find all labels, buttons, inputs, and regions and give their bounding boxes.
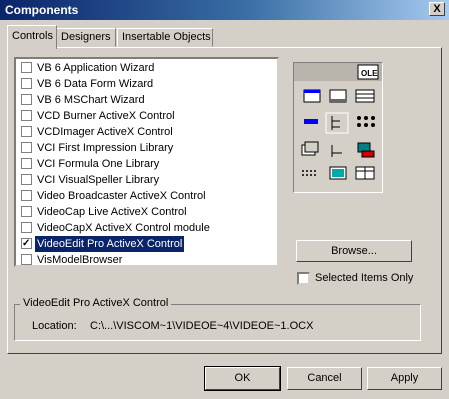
browse-button[interactable]: Browse... (296, 240, 412, 262)
details-title: VideoEdit Pro ActiveX Control (20, 297, 172, 309)
scroll-thumb[interactable] (277, 235, 279, 249)
component-checkbox[interactable] (21, 126, 32, 137)
component-item-label: VB 6 Application Wizard (37, 62, 155, 74)
component-checkbox[interactable] (21, 222, 32, 233)
component-item[interactable]: Video Broadcaster ActiveX Control (18, 188, 263, 204)
component-checkbox[interactable] (21, 174, 32, 185)
tab-controls-label: Controls (12, 30, 53, 42)
tab-designers[interactable]: Designers (56, 28, 116, 47)
component-checkbox[interactable] (21, 110, 32, 121)
component-item-label: VCI Formula One Library (37, 158, 160, 170)
component-item[interactable]: VCI First Impression Library (18, 140, 263, 156)
cancel-button[interactable]: Cancel (287, 367, 362, 390)
component-checkbox[interactable] (21, 62, 32, 73)
selected-items-only-checkbox[interactable] (297, 272, 310, 285)
components-dialog: Components X Designers Insertable Object… (0, 0, 449, 399)
list-scrollbar[interactable]: ▲ ▼ (277, 59, 279, 265)
component-checkbox[interactable] (21, 236, 32, 252)
component-item-label: VisModelBrowser (37, 254, 123, 266)
toolbox-icons: OLE (301, 64, 379, 180)
component-item[interactable]: VCD Burner ActiveX Control (18, 108, 263, 124)
component-item[interactable]: VCI VisualSpeller Library (18, 172, 263, 188)
component-item-label: VideoCap Live ActiveX Control (37, 206, 187, 218)
component-checkbox[interactable] (21, 254, 32, 265)
tab-insertable-objects[interactable]: Insertable Objects (117, 28, 213, 47)
component-item[interactable]: VideoCapX ActiveX Control module (18, 220, 263, 236)
component-item-label: Video Broadcaster ActiveX Control (37, 190, 206, 202)
tab-insertable-objects-label: Insertable Objects (122, 31, 211, 43)
component-item-label: VCI First Impression Library (37, 142, 174, 154)
scroll-down-button[interactable]: ▼ (277, 249, 279, 265)
component-item[interactable]: VB 6 Data Form Wizard (18, 76, 263, 92)
component-checkbox[interactable] (21, 94, 32, 105)
component-item[interactable]: VideoEdit Pro ActiveX Control (18, 235, 263, 253)
component-checkbox[interactable] (21, 206, 32, 217)
component-item[interactable]: VCDImager ActiveX Control (18, 124, 263, 140)
scroll-up-button[interactable]: ▲ (277, 59, 279, 75)
component-checkbox[interactable] (21, 158, 32, 169)
close-button[interactable]: X (429, 2, 445, 16)
component-item-label: VideoCapX ActiveX Control module (37, 222, 210, 234)
selected-items-only-label: Selected Items Only (315, 272, 414, 284)
components-list[interactable]: VB 6 Application Wizard VB 6 Data Form Wi… (14, 57, 279, 267)
control-preview-toolbox: OLE (293, 62, 383, 193)
tab-controls[interactable]: Controls (7, 25, 57, 49)
tab-designers-label: Designers (61, 31, 111, 43)
component-item-label: VCI VisualSpeller Library (37, 174, 160, 186)
component-item-label: VB 6 Data Form Wizard (37, 78, 154, 90)
window-title: Components (5, 3, 79, 17)
component-item[interactable]: VB 6 MSChart Wizard (18, 92, 263, 108)
ole-icon-label: OLE (361, 69, 378, 78)
component-item[interactable]: VisModelBrowser (18, 252, 263, 266)
ok-button[interactable]: OK (204, 366, 281, 391)
apply-button[interactable]: Apply (367, 367, 442, 390)
component-item[interactable]: VideoCap Live ActiveX Control (18, 204, 263, 220)
component-item-label: VB 6 MSChart Wizard (37, 94, 145, 106)
component-item-label: VCD Burner ActiveX Control (37, 110, 175, 122)
component-item-label: VCDImager ActiveX Control (37, 126, 173, 138)
location-value: C:\...\VISCOM~1\VIDEOE~4\VIDEOE~1.OCX (90, 320, 314, 332)
component-item-label: VideoEdit Pro ActiveX Control (33, 235, 186, 253)
component-checkbox[interactable] (21, 78, 32, 89)
component-checkbox[interactable] (21, 142, 32, 153)
location-label: Location: (32, 320, 77, 332)
component-checkbox[interactable] (21, 190, 32, 201)
component-item[interactable]: VCI Formula One Library (18, 156, 263, 172)
title-bar: Components X (0, 0, 449, 20)
component-item[interactable]: VB 6 Application Wizard (18, 60, 263, 76)
